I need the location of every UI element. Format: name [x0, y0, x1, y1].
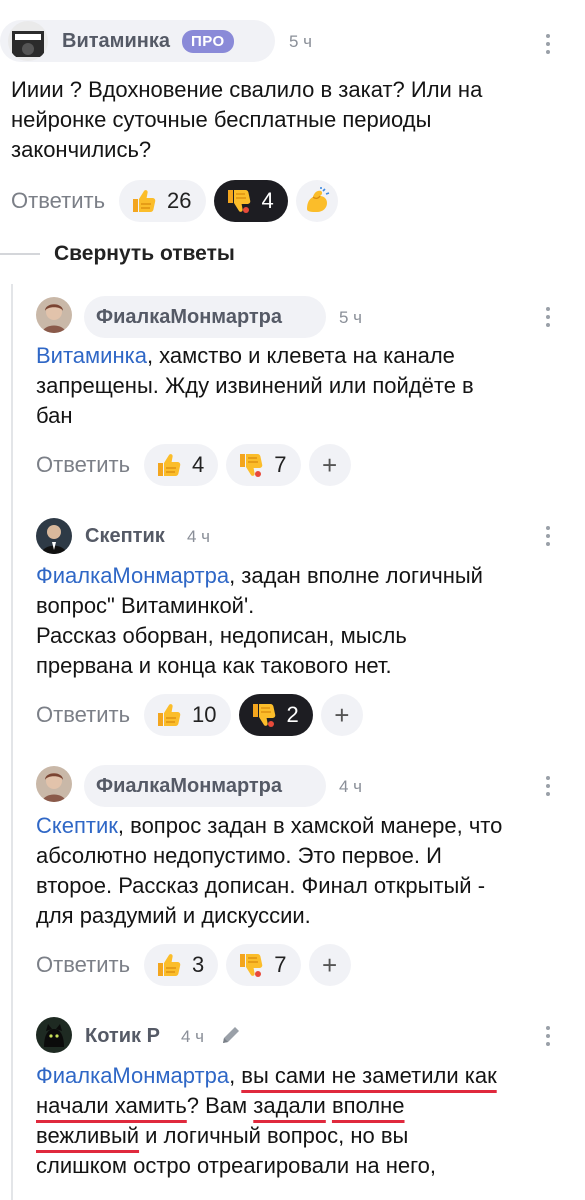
author-pill[interactable]: ФиалкаМонмартра: [84, 296, 326, 338]
comment-time: 5 ч: [339, 308, 363, 327]
kebab-menu-icon[interactable]: [543, 1025, 553, 1047]
mention-link[interactable]: Скептик: [36, 813, 118, 838]
thumbs-up-emoji: [154, 951, 182, 979]
comment-text: ФиалкаМонмартра, задан вполне логичный в…: [36, 561, 576, 681]
divider: [0, 253, 40, 255]
comment-body-part: ,: [229, 1063, 242, 1088]
comment-text: Скептик, вопрос задан в хамской манере, …: [36, 811, 576, 931]
kebab-menu-icon[interactable]: [543, 775, 553, 797]
comment-text: Ииии ? Вдохновение свалило в закат? Или …: [11, 77, 483, 162]
avatar[interactable]: [36, 1017, 72, 1053]
underlined-text: вполне: [331, 1093, 405, 1118]
add-reaction-button[interactable]: +: [320, 694, 363, 736]
comment-header: ФиалкаМонмартра 4 ч: [0, 765, 585, 815]
like-count: 10: [192, 702, 217, 727]
comment-actions: Ответить 26 4: [11, 180, 338, 222]
author-name: ФиалкаМонмартра: [96, 774, 283, 797]
like-count: 26: [167, 188, 192, 213]
pro-badge: ПРО: [181, 29, 234, 53]
underlined-text: вежливый: [36, 1123, 140, 1148]
mention-link[interactable]: ФиалкаМонмартра: [36, 563, 229, 588]
kebab-menu-icon[interactable]: [543, 306, 553, 328]
collapse-replies-button[interactable]: Свернуть ответы: [0, 237, 235, 271]
comment-actions: Ответить 10 2 +: [36, 694, 363, 736]
comment: ФиалкаМонмартра 4 ч Скептик, вопрос зада…: [0, 765, 585, 986]
like-count: 3: [192, 952, 205, 977]
underlined-text: начали хамить: [36, 1093, 187, 1118]
dislike-button[interactable]: 7: [226, 944, 301, 986]
underlined-text: вы сами не заметили как: [241, 1063, 497, 1088]
add-reaction-button[interactable]: [295, 180, 338, 222]
author-name[interactable]: Скептик: [85, 525, 165, 548]
underlined-text: задали: [253, 1093, 326, 1118]
comment-text: Витаминка, хамство и клевета на канале з…: [36, 341, 576, 431]
avatar[interactable]: [36, 518, 72, 554]
thumbs-up-emoji: [154, 451, 182, 479]
thumbs-down-emoji: [224, 187, 252, 215]
dislike-count: 4: [261, 188, 274, 213]
plus-icon: +: [321, 449, 338, 480]
mention-link[interactable]: Витаминка: [36, 343, 147, 368]
like-button[interactable]: 26: [119, 180, 206, 222]
plus-icon: +: [321, 949, 338, 980]
comment-header: Скептик 4 ч: [0, 516, 585, 566]
avatar[interactable]: [8, 21, 48, 61]
comment: Скептик 4 ч ФиалкаМонмартра, задан вполн…: [0, 516, 585, 736]
plus-icon: +: [334, 699, 350, 730]
avatar[interactable]: [36, 297, 72, 333]
comment-time: 4 ч: [187, 527, 211, 546]
kebab-menu-icon[interactable]: [543, 525, 553, 547]
like-button[interactable]: 10: [144, 694, 231, 736]
thumbs-down-emoji: [249, 701, 277, 729]
dislike-count: 7: [274, 952, 287, 977]
comment-time: 4 ч: [339, 777, 363, 796]
like-button[interactable]: 3: [144, 944, 219, 986]
comment-actions: Ответить 4 7 +: [36, 444, 351, 486]
comment-time: 4 ч: [181, 1027, 205, 1046]
author-name[interactable]: Котик Р: [85, 1025, 160, 1048]
dislike-count: 7: [274, 452, 287, 477]
comment-actions: Ответить 3 7 +: [36, 944, 351, 986]
add-reaction-button[interactable]: +: [308, 444, 351, 486]
author-name: Витаминка: [62, 29, 170, 52]
author-pill[interactable]: ФиалкаМонмартра: [84, 765, 326, 807]
pencil-icon: [223, 1027, 239, 1043]
reply-button[interactable]: Ответить: [11, 188, 105, 214]
reply-button[interactable]: Ответить: [36, 952, 130, 978]
thumbs-down-emoji: [236, 451, 264, 479]
comment: Котик Р 4 ч ФиалкаМонмартра, вы сами не …: [0, 1016, 585, 1178]
author-pill[interactable]: Витаминка ПРО: [0, 20, 275, 62]
dislike-button[interactable]: 2: [238, 694, 313, 736]
comment-header: Витаминка ПРО 5 ч: [0, 20, 585, 70]
mention-link[interactable]: ФиалкаМонмартра: [36, 1063, 229, 1088]
collapse-replies-label: Свернуть ответы: [54, 242, 235, 265]
comment-text: ФиалкаМонмартра, вы сами не заметили как…: [36, 1061, 581, 1181]
reply-button[interactable]: Ответить: [36, 452, 130, 478]
comment: Витаминка ПРО 5 ч Ииии ? Вдохновение сва…: [0, 20, 585, 222]
comment-body-part: ? Вам: [186, 1093, 254, 1118]
like-count: 4: [192, 452, 205, 477]
comment-header: Котик Р 4 ч: [0, 1016, 585, 1066]
flexed-biceps-emoji: [303, 187, 331, 215]
comment-time: 5 ч: [289, 32, 313, 51]
add-reaction-button[interactable]: +: [308, 944, 351, 986]
like-button[interactable]: 4: [144, 444, 219, 486]
dislike-count: 2: [286, 702, 299, 727]
avatar[interactable]: [36, 766, 72, 802]
comment: ФиалкаМонмартра 5 ч Витаминка, хамство и…: [0, 296, 585, 486]
dislike-button[interactable]: 4: [213, 180, 288, 222]
reply-button[interactable]: Ответить: [36, 702, 130, 728]
comment-header: ФиалкаМонмартра 5 ч: [0, 296, 585, 346]
author-name: ФиалкаМонмартра: [96, 305, 283, 328]
thumbs-up-emoji: [154, 701, 182, 729]
thumbs-down-emoji: [236, 951, 264, 979]
dislike-button[interactable]: 7: [226, 444, 301, 486]
kebab-menu-icon[interactable]: [543, 33, 553, 55]
thumbs-up-emoji: [129, 187, 157, 215]
